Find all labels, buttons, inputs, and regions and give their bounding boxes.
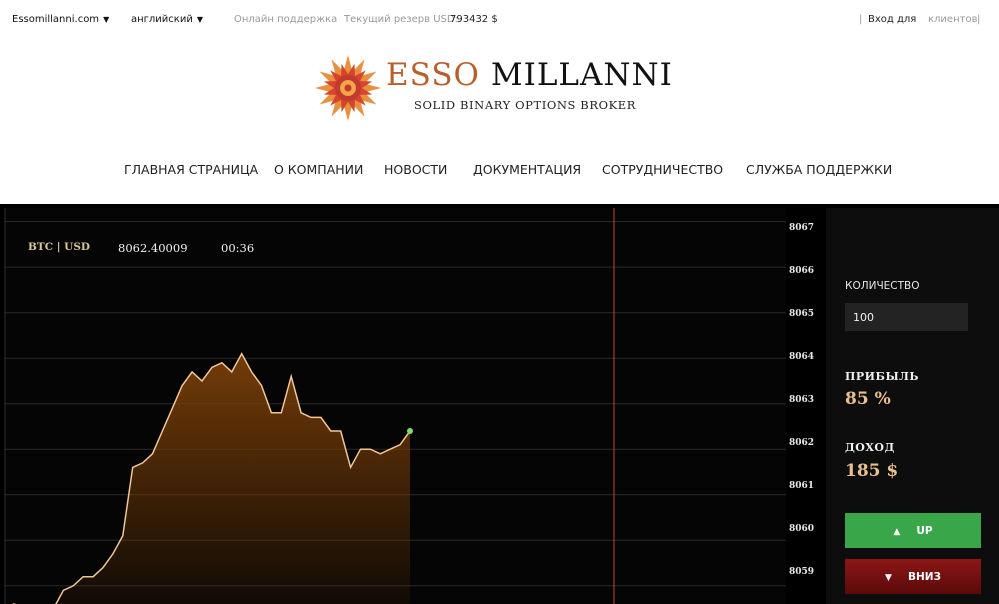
chevron-down-icon: ▼ <box>196 15 204 24</box>
nav-item-home[interactable]: ГЛАВНАЯ СТРАНИЦА <box>124 162 258 177</box>
y-tick-label: 8066 <box>789 266 815 276</box>
y-tick-label: 8061 <box>789 481 815 491</box>
divider: | <box>859 14 863 25</box>
nav-item-support[interactable]: СЛУЖБА ПОДДЕРЖКИ <box>746 162 892 177</box>
reserve-label: Текущий резерв USD: <box>344 14 458 25</box>
quantity-label: КОЛИЧЕСТВО <box>845 280 920 292</box>
top-bar: Essomillanni.com ▼ английский ▼ Онлайн под… <box>0 0 999 40</box>
brand-name-suffix: MILLANNI <box>479 57 673 93</box>
arrow-up-icon: ▲ <box>893 526 901 537</box>
nav-item-about[interactable]: О КОМПАНИИ <box>274 162 363 177</box>
nav-item-partnership[interactable]: СОТРУДНИЧЕСТВО <box>602 162 723 177</box>
nav-item-documentation[interactable]: ДОКУМЕНТАЦИЯ <box>473 162 581 177</box>
site-selector[interactable]: Essomillanni.com ▼ <box>12 14 109 25</box>
y-tick-label: 8065 <box>789 309 815 319</box>
clients-link[interactable]: клиентов <box>928 14 977 25</box>
nav-item-news[interactable]: НОВОСТИ <box>384 162 447 177</box>
y-tick-label: 8059 <box>789 567 815 577</box>
current-price: 8062.40009 <box>118 241 188 255</box>
price-chart[interactable]: BTC | USD 8062.40009 00:36 <box>4 208 786 604</box>
countdown-timer: 00:36 <box>221 241 255 255</box>
brand-logo[interactable]: ESSO MILLANNI SOLID BINARY OPTIONS BROKE… <box>312 52 672 124</box>
y-tick-label: 8062 <box>789 438 815 448</box>
income-label: ДОХОД <box>845 441 895 454</box>
income-value: 185 $ <box>845 461 899 481</box>
y-tick-label: 8060 <box>789 524 815 534</box>
currency-pair: BTC | USD <box>28 241 91 253</box>
quantity-input[interactable] <box>845 303 968 331</box>
trading-area: BTC | USD 8062.40009 00:36 8067 8066 806… <box>0 204 999 604</box>
up-button-label: UP <box>916 524 933 537</box>
down-button[interactable]: ▼ ВНИЗ <box>845 559 981 594</box>
language-selector[interactable]: английский ▼ <box>131 14 203 25</box>
price-chart-svg <box>4 208 786 604</box>
main-nav: ГЛАВНАЯ СТРАНИЦА О КОМПАНИИ НОВОСТИ ДОКУ… <box>0 160 999 180</box>
profit-label: ПРИБЫЛЬ <box>845 370 919 383</box>
y-tick-label: 8064 <box>789 352 815 362</box>
arrow-down-icon: ▼ <box>885 572 892 583</box>
chevron-down-icon: ▼ <box>103 15 110 24</box>
up-button[interactable]: ▲ UP <box>845 513 981 548</box>
login-link[interactable]: Вход для <box>868 14 916 25</box>
brand-tagline: SOLID BINARY OPTIONS BROKER <box>414 98 637 112</box>
price-area <box>4 353 410 604</box>
y-tick-label: 8067 <box>789 223 815 233</box>
language-selector-label: английский <box>131 14 193 25</box>
reserve-value: 793432 $ <box>450 14 498 25</box>
divider: | <box>977 14 981 25</box>
trade-panel: КОЛИЧЕСТВО ПРИБЫЛЬ 85 % ДОХОД 185 $ ▲UP … <box>826 208 999 604</box>
y-tick-label: 8063 <box>789 395 815 405</box>
support-link[interactable]: Онлайн поддержка <box>234 14 337 25</box>
y-axis: 8067 8066 8065 8064 8063 8062 8061 8060 … <box>786 208 826 604</box>
profit-value: 85 % <box>845 389 891 409</box>
site-selector-label: Essomillanni.com <box>12 14 100 25</box>
current-price-marker <box>407 428 413 435</box>
brand-name-prefix: ESSO <box>386 57 480 93</box>
brand-name: ESSO MILLANNI <box>386 58 673 92</box>
down-button-label: ВНИЗ <box>907 570 941 583</box>
sunburst-logo-icon <box>315 55 381 121</box>
